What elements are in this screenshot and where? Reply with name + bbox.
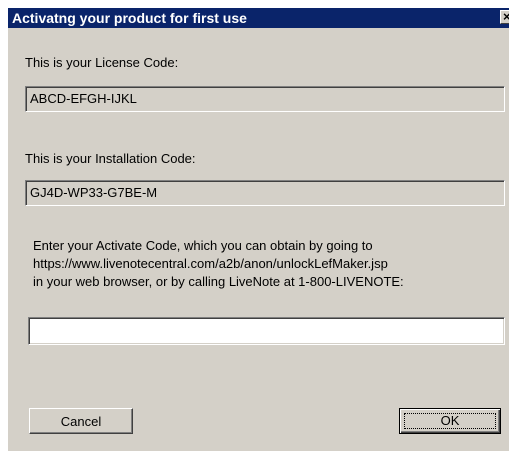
license-code-field: ABCD-EFGH-IJKL: [25, 86, 505, 112]
instruction-line: in your web browser, or by calling LiveN…: [33, 274, 404, 289]
installation-code-value: GJ4D-WP33-G7BE-M: [30, 185, 158, 200]
close-icon: ×: [503, 9, 509, 24]
activation-dialog: Activatng your product for first use × T…: [8, 8, 509, 451]
title-bar[interactable]: Activatng your product for first use ×: [8, 8, 509, 28]
close-button[interactable]: ×: [500, 9, 509, 24]
window-title: Activatng your product for first use: [12, 10, 247, 26]
ok-button-label: OK: [404, 413, 496, 429]
license-code-value: ABCD-EFGH-IJKL: [30, 91, 137, 106]
activate-code-input[interactable]: [28, 317, 505, 345]
license-code-label: This is your License Code:: [25, 55, 179, 70]
instruction-url-line: https://www.livenotecentral.com/a2b/anon…: [33, 256, 388, 271]
installation-code-label: This is your Installation Code:: [25, 151, 196, 166]
cancel-button-label: Cancel: [60, 413, 102, 429]
instruction-line: Enter your Activate Code, which you can …: [33, 238, 373, 253]
ok-button[interactable]: OK: [399, 408, 501, 434]
cancel-button[interactable]: Cancel: [29, 408, 133, 434]
activation-instructions: Enter your Activate Code, which you can …: [33, 237, 404, 291]
installation-code-field: GJ4D-WP33-G7BE-M: [25, 180, 505, 206]
